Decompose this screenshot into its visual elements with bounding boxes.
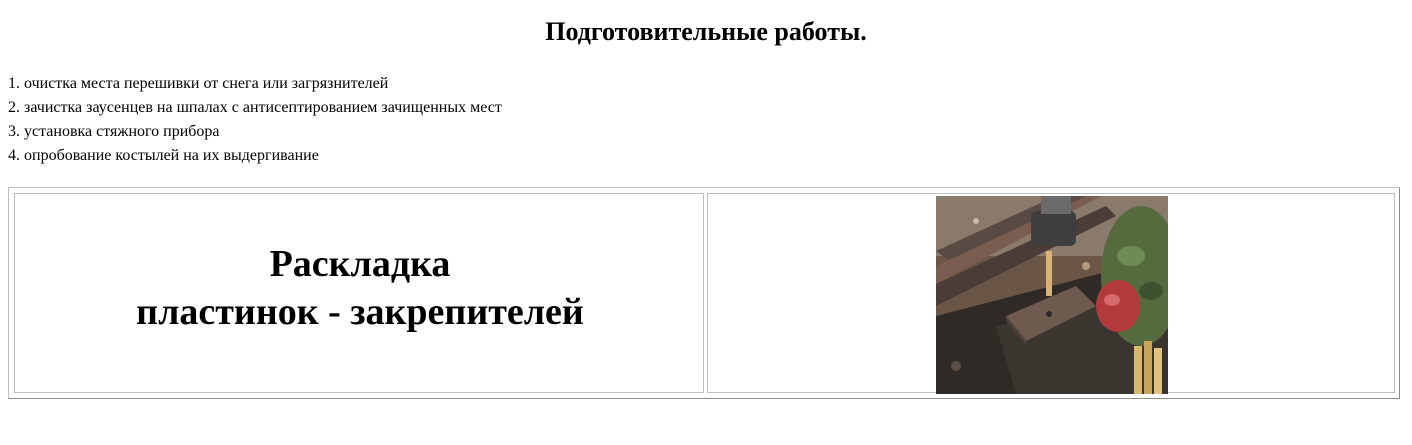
caption-cell: Раскладка пластинок - закрепителей — [14, 193, 704, 393]
list-item: 2. зачистка заусенцев на шпалах с антисе… — [8, 99, 502, 116]
list-item: 3. установка стяжного прибора — [8, 123, 220, 140]
list-item: 1. очистка места перешивки от снега или … — [8, 75, 389, 92]
photo-illustration — [936, 196, 1168, 394]
steps-list: 1. очистка места перешивки от снега или … — [8, 72, 502, 168]
photo-cell — [707, 193, 1395, 394]
rail-work-photo — [936, 196, 1168, 394]
caption-line: Раскладка — [269, 243, 451, 285]
caption-line: пластинок - закрепителей — [136, 291, 584, 333]
caption: Раскладка пластинок - закрепителей — [15, 240, 705, 336]
illustration-table: Раскладка пластинок - закрепителей — [8, 187, 1400, 399]
list-item: 4. опробование костылей на их выдергиван… — [8, 147, 319, 164]
page-title: Подготовительные работы. — [545, 17, 867, 46]
